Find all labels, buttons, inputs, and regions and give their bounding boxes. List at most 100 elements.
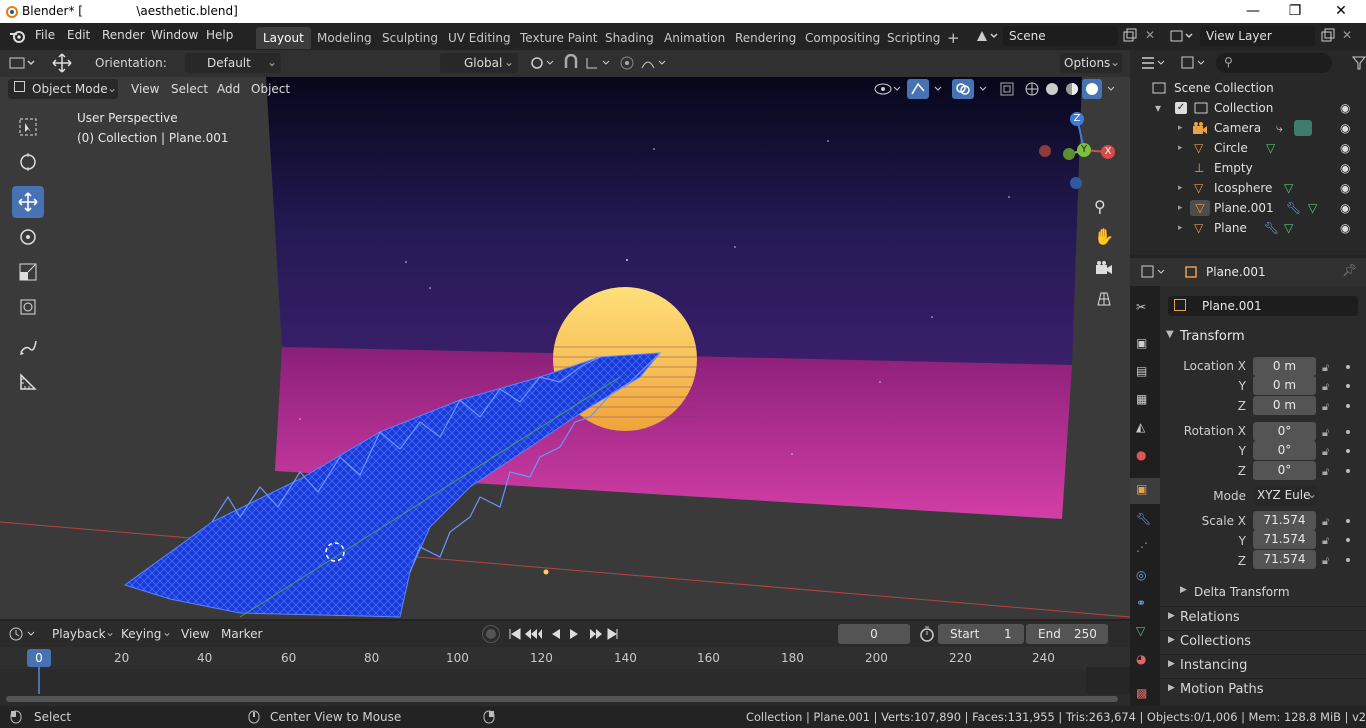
eye-icon[interactable]: ◉ <box>1340 218 1350 238</box>
playback-controls[interactable] <box>507 626 627 642</box>
stopwatch-icon[interactable] <box>919 626 935 642</box>
shading-modes[interactable] <box>1022 79 1122 99</box>
eye-icon[interactable]: ◉ <box>1340 198 1350 218</box>
outliner-row-empty[interactable]: ⊥ Empty ◉ <box>1130 158 1366 178</box>
object-tab-icon[interactable]: ▣ <box>1136 482 1154 500</box>
keyframe-dot-icon[interactable] <box>1346 469 1350 473</box>
add-workspace-button[interactable]: + <box>940 27 967 49</box>
tab-scripting[interactable]: Scripting <box>880 27 947 49</box>
pin-icon[interactable]: 📌︎ <box>1342 263 1357 277</box>
location-x-field[interactable]: 0 m <box>1253 357 1316 376</box>
timeline-keying-menu[interactable]: Keying <box>121 627 161 641</box>
timeline[interactable]: Playback ⌄ Keying ⌄ View Marker 0 Start … <box>0 621 1130 706</box>
object-name-field[interactable]: Plane.001 <box>1168 296 1358 316</box>
eye-icon[interactable]: ◉ <box>1340 158 1350 178</box>
scene-tab-icon[interactable]: ◭ <box>1136 420 1154 438</box>
timeline-view-menu[interactable]: View <box>181 627 209 641</box>
physics-tab-icon[interactable]: ◎ <box>1136 568 1154 586</box>
tab-sculpting[interactable]: Sculpting <box>375 27 445 49</box>
keyframe-dot-icon[interactable] <box>1346 404 1350 408</box>
viewport-menu-select[interactable]: Select <box>171 82 208 96</box>
camera-data-icon[interactable] <box>1294 120 1312 136</box>
modifier-wrench-icon[interactable]: 🔧︎ <box>1286 198 1301 218</box>
timeline-playback-menu[interactable]: Playback <box>52 627 106 641</box>
keyframe-dot-icon[interactable] <box>1346 430 1350 434</box>
start-frame-field[interactable]: Start 1 <box>938 624 1024 644</box>
pan-hand-icon[interactable]: ✋ <box>1094 227 1114 247</box>
tab-compositing[interactable]: Compositing <box>798 27 887 49</box>
particles-tab-icon[interactable]: ⋰ <box>1136 540 1154 558</box>
instancing-panel-header[interactable]: ▶ Instancing <box>1160 654 1366 676</box>
blender-menu-icon[interactable] <box>9 28 27 44</box>
xray-toggle-icon[interactable] <box>998 80 1016 98</box>
proportional-edit-icon[interactable] <box>618 54 636 72</box>
eye-icon[interactable]: ◉ <box>1340 98 1350 118</box>
tab-shading[interactable]: Shading <box>598 27 661 49</box>
lock-icon[interactable]: 🔓︎ <box>1322 400 1334 413</box>
outliner-row-camera[interactable]: ▸ Camera ⤷ ◉ <box>1130 118 1366 138</box>
minimize-button[interactable]: — <box>1230 0 1276 23</box>
outliner-row-icosphere[interactable]: ▸ ▽ Icosphere ▽ ◉ <box>1130 178 1366 198</box>
maximize-button[interactable]: ❐ <box>1272 0 1318 23</box>
outliner-row-collection[interactable]: ▾ ✓ Collection ◉ <box>1130 98 1366 118</box>
orientation-dropdown[interactable]: Default ⌄ <box>185 53 281 73</box>
outliner-editor-icon[interactable] <box>1140 55 1168 71</box>
gizmo-neg-y[interactable] <box>1063 148 1075 160</box>
options-dropdown[interactable]: Options ⌄ <box>1060 53 1122 73</box>
menu-file[interactable]: File <box>35 28 55 42</box>
scale-z-field[interactable]: 71.574 <box>1253 550 1316 569</box>
pivot-point-icon[interactable] <box>528 55 558 71</box>
overlays-toggle-icon[interactable] <box>952 79 992 99</box>
lock-icon[interactable]: 🔓︎ <box>1322 445 1334 458</box>
rotation-x-field[interactable]: 0° <box>1253 422 1316 441</box>
close-window-button[interactable]: ✕ <box>1318 0 1364 23</box>
outliner-row-plane[interactable]: ▸ ▽ Plane 🔧︎ ▽ ◉ <box>1130 218 1366 238</box>
tab-layout[interactable]: Layout <box>256 27 311 49</box>
outliner-row-plane-001[interactable]: ▸ ▽ Plane.001 🔧︎ ▽ ◉ <box>1130 198 1366 218</box>
perspective-toggle-icon[interactable] <box>1094 289 1114 309</box>
mesh-data-icon[interactable]: ▽ <box>1284 218 1293 238</box>
gizmo-neg-x[interactable] <box>1039 145 1051 157</box>
transform-tool[interactable] <box>12 291 44 323</box>
outliner-row-circle[interactable]: ▸ ▽ Circle ▽ ◉ <box>1130 138 1366 158</box>
tab-animation[interactable]: Animation <box>657 27 732 49</box>
move-tool[interactable] <box>12 186 44 218</box>
lock-icon[interactable]: 🔓︎ <box>1322 465 1334 478</box>
collection-checkbox[interactable]: ✓ <box>1175 102 1187 114</box>
annotate-tool[interactable] <box>12 331 44 363</box>
gizmo-x-axis[interactable]: X <box>1101 145 1115 159</box>
menu-render[interactable]: Render <box>102 28 145 42</box>
keyframe-dot-icon[interactable] <box>1346 538 1350 542</box>
scene-icon[interactable] <box>975 28 999 44</box>
viewport-menu-add[interactable]: Add <box>217 82 240 96</box>
snap-target-icon[interactable] <box>584 55 614 71</box>
cursor-tool[interactable] <box>12 146 44 178</box>
expand-triangle-icon[interactable]: ▾ <box>1155 98 1161 118</box>
lock-icon[interactable]: 🔓︎ <box>1322 380 1334 393</box>
scene-name-field[interactable]: Scene <box>1003 26 1118 46</box>
lock-icon[interactable]: 🔓︎ <box>1322 361 1334 374</box>
outliner-row-scene-collection[interactable]: Scene Collection <box>1130 78 1366 98</box>
eye-icon[interactable]: ◉ <box>1340 178 1350 198</box>
eye-icon[interactable]: ◉ <box>1340 138 1350 158</box>
editor-type-icon[interactable] <box>8 55 38 71</box>
rotation-mode-dropdown[interactable]: XYZ Eule ⌄ <box>1253 486 1317 505</box>
keyframe-dot-icon[interactable] <box>1346 519 1350 523</box>
motion-paths-panel-header[interactable]: ▶ Motion Paths <box>1160 678 1366 700</box>
keyframe-dot-icon[interactable] <box>1346 558 1350 562</box>
display-mode-icon[interactable] <box>1180 55 1208 71</box>
lock-icon[interactable]: 🔓︎ <box>1322 426 1334 439</box>
lock-icon[interactable]: 🔓︎ <box>1322 534 1334 547</box>
rotate-tool[interactable] <box>12 221 44 253</box>
viewport-menu-object[interactable]: Object <box>251 82 290 96</box>
mesh-data-icon[interactable]: ▽ <box>1266 138 1275 158</box>
tab-modeling[interactable]: Modeling <box>310 27 379 49</box>
snap-icon[interactable] <box>562 54 580 72</box>
tab-rendering[interactable]: Rendering <box>728 27 803 49</box>
relations-panel-header[interactable]: ▶ Relations <box>1160 606 1366 628</box>
keyframe-dot-icon[interactable] <box>1346 449 1350 453</box>
zoom-icon[interactable]: ⚲ <box>1094 197 1114 217</box>
view-layer-tab-icon[interactable]: ▦ <box>1136 392 1154 410</box>
lock-icon[interactable]: 🔓︎ <box>1322 554 1334 567</box>
keyframe-dot-icon[interactable] <box>1346 365 1350 369</box>
